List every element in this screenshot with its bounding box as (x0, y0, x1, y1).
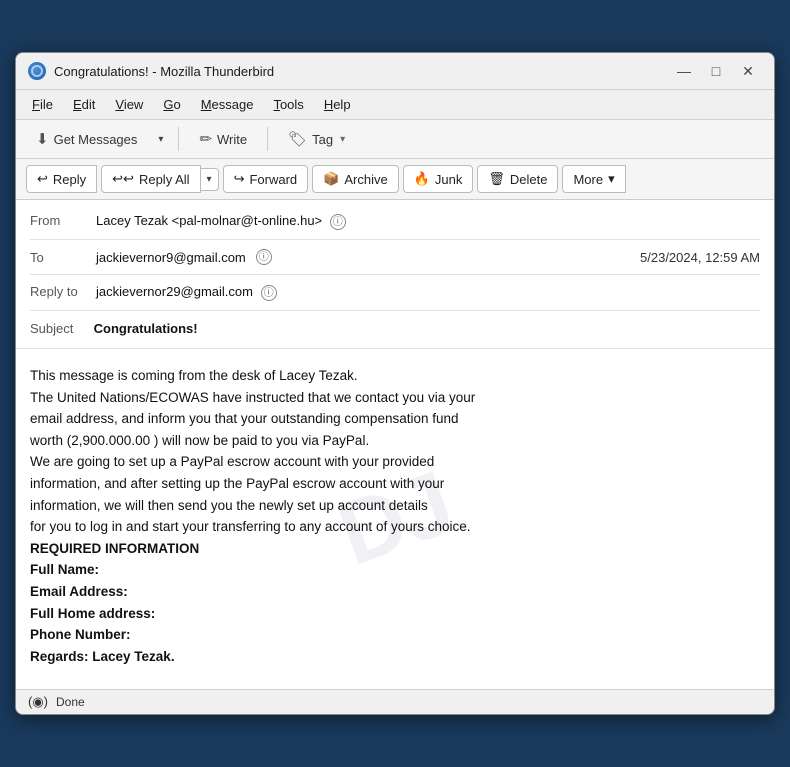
status-text: Done (56, 695, 85, 709)
reply-to-info-icon[interactable]: ⓘ (261, 285, 277, 301)
toolbar-separator-2 (267, 127, 268, 151)
archive-button[interactable]: 📦 Archive (312, 165, 399, 193)
reply-all-icon: ↩↩ (112, 171, 134, 187)
from-info-icon[interactable]: ⓘ (330, 214, 346, 230)
tag-button[interactable]: 🏷 Tag ▾ (278, 125, 355, 153)
more-dropdown-icon: ▾ (608, 171, 615, 187)
maximize-button[interactable]: □ (702, 61, 730, 81)
reply-to-label: Reply to (30, 284, 90, 299)
write-icon: ✏ (199, 130, 212, 148)
thunderbird-window: Congratulations! - Mozilla Thunderbird —… (15, 52, 775, 715)
to-label: To (30, 250, 90, 265)
title-bar-left: Congratulations! - Mozilla Thunderbird (28, 62, 274, 80)
get-messages-label: Get Messages (54, 132, 138, 147)
body-email: Email Address: (30, 581, 760, 603)
menu-edit[interactable]: Edit (65, 94, 103, 115)
menu-help[interactable]: Help (316, 94, 359, 115)
from-value: Lacey Tezak <pal-molnar@t-online.hu> ⓘ (96, 213, 760, 230)
more-button[interactable]: More ▾ (562, 165, 625, 193)
write-label: Write (217, 132, 247, 147)
body-paragraph-3: We are going to set up a PayPal escrow a… (30, 451, 760, 537)
subject-label: Subject (30, 321, 90, 336)
toolbar-separator (178, 127, 179, 151)
to-left: To jackievernor9@gmail.com ⓘ (30, 249, 272, 265)
reply-to-value: jackievernor29@gmail.com ⓘ (96, 284, 760, 301)
subject-row: Subject Congratulations! (30, 317, 760, 338)
reply-label: Reply (53, 172, 86, 187)
forward-label: Forward (249, 172, 297, 187)
reply-all-group: ↩↩ Reply All ▾ (101, 165, 218, 193)
delete-icon: 🗑 (488, 171, 505, 187)
tag-label: Tag (312, 132, 333, 147)
forward-button[interactable]: ↪ Forward (223, 165, 309, 193)
menu-bar: File Edit View Go Message Tools Help (16, 90, 774, 120)
header-divider-3 (30, 310, 760, 311)
reply-icon: ↩ (37, 171, 48, 187)
get-messages-icon: ⬇ (36, 130, 49, 148)
menu-message[interactable]: Message (193, 94, 262, 115)
from-label: From (30, 213, 90, 228)
junk-button[interactable]: 🔥 Junk (403, 165, 474, 193)
junk-icon: 🔥 (414, 171, 430, 187)
tag-icon: 🏷 (288, 130, 307, 148)
from-row: From Lacey Tezak <pal-molnar@t-online.hu… (30, 210, 760, 233)
reply-group: ↩ Reply (26, 165, 97, 193)
get-messages-button[interactable]: ⬇ Get Messages (26, 125, 147, 153)
body-paragraph-1: This message is coming from the desk of … (30, 365, 760, 387)
reply-button[interactable]: ↩ Reply (26, 165, 97, 193)
email-date: 5/23/2024, 12:59 AM (640, 250, 760, 265)
body-home-address: Full Home address: (30, 603, 760, 625)
status-bar: (◉) Done (16, 689, 774, 714)
main-toolbar: ⬇ Get Messages ▾ ✏ Write 🏷 Tag ▾ (16, 120, 774, 159)
menu-file[interactable]: File (24, 94, 61, 115)
reply-to-row: Reply to jackievernor29@gmail.com ⓘ (30, 281, 760, 304)
header-divider-1 (30, 239, 760, 240)
to-row: To jackievernor9@gmail.com ⓘ 5/23/2024, … (30, 246, 760, 268)
body-full-name: Full Name: (30, 559, 760, 581)
body-regards: Regards: Lacey Tezak. (30, 646, 760, 668)
tag-dropdown-arrow: ▾ (340, 134, 345, 145)
header-divider-2 (30, 274, 760, 275)
delete-button[interactable]: 🗑 Delete (477, 165, 558, 193)
window-controls: — □ ✕ (670, 61, 762, 81)
subject-value: Congratulations! (94, 321, 198, 336)
close-button[interactable]: ✕ (734, 61, 762, 81)
get-messages-dropdown[interactable]: ▾ (153, 129, 168, 150)
minimize-button[interactable]: — (670, 61, 698, 81)
more-group: More ▾ (562, 165, 625, 193)
email-body-text: This message is coming from the desk of … (30, 365, 760, 667)
to-info-icon[interactable]: ⓘ (256, 249, 272, 265)
delete-label: Delete (510, 172, 548, 187)
menu-view[interactable]: View (107, 94, 151, 115)
window-title: Congratulations! - Mozilla Thunderbird (54, 64, 274, 79)
archive-label: Archive (344, 172, 387, 187)
reply-all-label: Reply All (139, 172, 190, 187)
more-label: More (573, 172, 603, 187)
email-headers: From Lacey Tezak <pal-molnar@t-online.hu… (16, 200, 774, 349)
body-required-info: REQUIRED INFORMATION (30, 538, 760, 560)
menu-tools[interactable]: Tools (265, 94, 311, 115)
menu-go[interactable]: Go (155, 94, 188, 115)
to-value: jackievernor9@gmail.com (96, 250, 246, 265)
body-paragraph-2: The United Nations/ECOWAS have instructe… (30, 387, 760, 452)
action-bar: ↩ Reply ↩↩ Reply All ▾ ↪ Forward 📦 Archi… (16, 159, 774, 200)
thunderbird-icon (28, 62, 46, 80)
archive-icon: 📦 (323, 171, 339, 187)
junk-label: Junk (435, 172, 462, 187)
reply-to-address: jackievernor29@gmail.com (96, 284, 253, 299)
email-body: DJ This message is coming from the desk … (16, 349, 774, 689)
body-phone: Phone Number: (30, 624, 760, 646)
write-button[interactable]: ✏ Write (189, 125, 257, 153)
reply-all-dropdown[interactable]: ▾ (201, 168, 219, 191)
from-address: Lacey Tezak <pal-molnar@t-online.hu> (96, 213, 322, 228)
title-bar: Congratulations! - Mozilla Thunderbird —… (16, 53, 774, 90)
status-icon: (◉) (28, 694, 48, 710)
reply-all-button[interactable]: ↩↩ Reply All (101, 165, 200, 193)
forward-icon: ↪ (234, 171, 245, 187)
